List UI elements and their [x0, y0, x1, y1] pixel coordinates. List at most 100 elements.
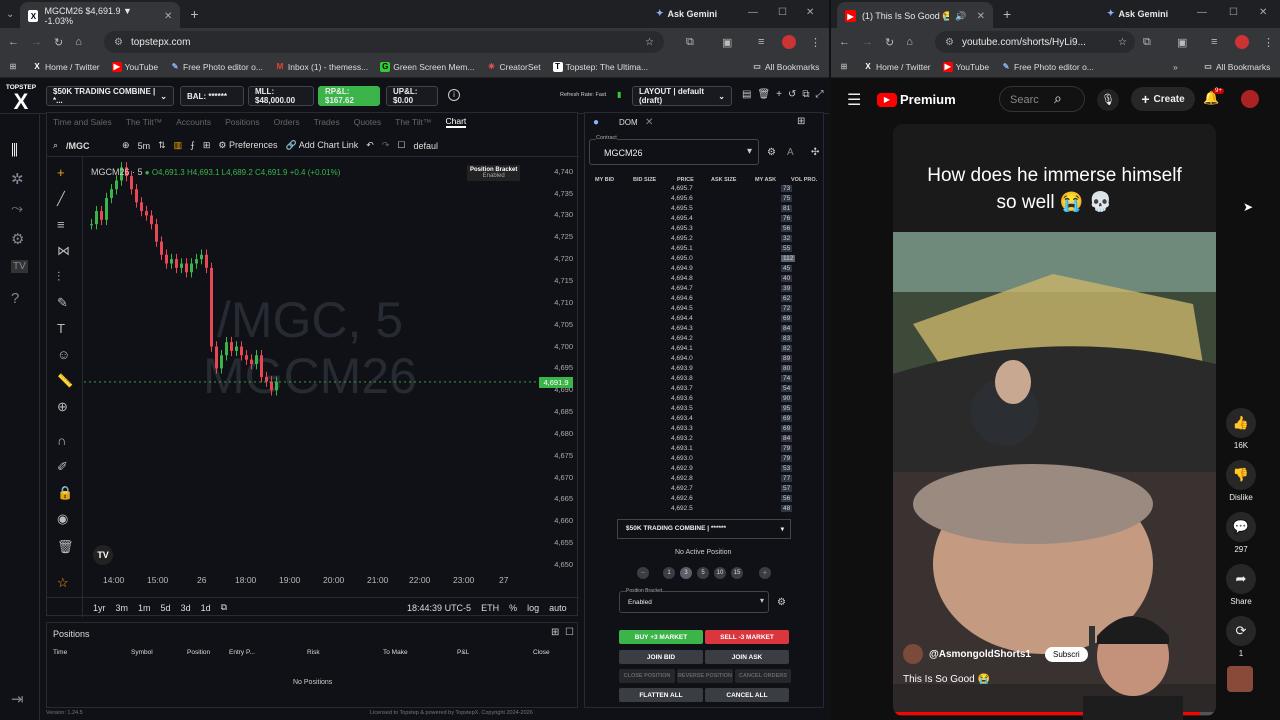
reverse-position-button[interactable]: REVERSE POSITION [677, 669, 733, 683]
ask-gemini-button-right[interactable]: ✦ Ask Gemini [1107, 8, 1168, 19]
positions-column-header[interactable]: Time [53, 649, 67, 656]
back-icon[interactable]: ← [8, 36, 19, 48]
apps-nav-icon[interactable]: ✲ [11, 170, 24, 188]
add-chart-link-button[interactable]: 🔗 Add Chart Link [286, 140, 359, 151]
dom-row[interactable]: 4,692.8 77 [585, 475, 817, 485]
add-icon[interactable]: + [776, 89, 782, 100]
create-button[interactable]: + Create [1131, 87, 1195, 111]
dom-close-icon[interactable]: ✕ [645, 117, 653, 128]
dom-row[interactable]: 4,694.2 83 [585, 335, 817, 345]
home-icon[interactable]: ⌂ [75, 36, 82, 48]
fullscreen-chart-icon[interactable]: ☐ [397, 140, 405, 151]
bookmark-photo-editor[interactable]: ✎ Free Photo editor o... [170, 62, 263, 72]
date-range-icon[interactable]: ⧉ [221, 602, 227, 613]
quantity-option[interactable]: 3 [680, 567, 692, 579]
dom-row[interactable]: 4,694.3 84 [585, 325, 817, 335]
reload-icon[interactable]: ↻ [885, 36, 894, 49]
sell-market-button[interactable]: SELL -3 MARKET [705, 630, 789, 644]
dom-row[interactable]: 4,695.7 73 [585, 185, 817, 195]
chart-tab[interactable]: Quotes [354, 117, 381, 127]
chart-tab[interactable]: Time and Sales [53, 117, 112, 127]
youtube-logo[interactable]: ▶ Premium [877, 92, 956, 107]
dom-row[interactable]: 4,695.5 81 [585, 205, 817, 215]
trends-nav-icon[interactable]: ⤳ [11, 200, 23, 217]
bookmark-youtube[interactable]: ▶ YouTube [942, 61, 989, 72]
dom-row[interactable]: 4,693.4 69 [585, 415, 817, 425]
dom-row[interactable]: 4,693.0 79 [585, 455, 817, 465]
positions-column-header[interactable]: Position [187, 649, 210, 656]
layout-grid-icon[interactable]: ⊞ [203, 140, 211, 151]
dom-row[interactable]: 4,693.2 84 [585, 435, 817, 445]
dom-row[interactable]: 4,693.9 80 [585, 365, 817, 375]
more-bookmarks-icon[interactable]: » [1173, 62, 1178, 72]
extensions-icon[interactable]: ⧉ [686, 36, 694, 49]
audio-icon[interactable]: 🔊 [955, 11, 966, 22]
minimize-icon[interactable]: — [1197, 7, 1207, 18]
account-selector[interactable]: $50K TRADING COMBINE | *... ⌄ [46, 86, 174, 106]
quantity-plus-button[interactable]: + [759, 567, 771, 579]
dom-row[interactable]: 4,694.1 82 [585, 345, 817, 355]
channel-avatar[interactable] [903, 644, 923, 664]
forward-icon[interactable]: → [31, 36, 42, 48]
bookmark-inbox[interactable]: M Inbox (1) - themess... [275, 62, 369, 72]
search-icon[interactable]: ⌕ [1054, 90, 1062, 107]
crosshair-icon[interactable]: + [57, 165, 65, 180]
bookmark-green-screen[interactable]: G Green Screen Mem... [380, 61, 474, 72]
fullscreen-icon[interactable]: ⤢ [816, 89, 824, 100]
all-bookmarks[interactable]: ▭ All Bookmarks [1203, 62, 1270, 72]
save-layout-icon[interactable]: ▤ [742, 89, 751, 100]
timeframe-button[interactable]: 5m [138, 141, 151, 151]
candles-icon[interactable]: ▥ [174, 140, 183, 151]
dom-row[interactable]: 4,692.6 56 [585, 495, 817, 505]
dom-row[interactable]: 4,693.7 54 [585, 385, 817, 395]
dom-row[interactable]: 4,695.3 56 [585, 225, 817, 235]
range-5d[interactable]: 5d [161, 603, 171, 613]
fib-icon[interactable]: ≡ [57, 217, 65, 232]
hamburger-menu-icon[interactable]: ☰ [847, 90, 861, 110]
range-1yr[interactable]: 1yr [93, 603, 106, 613]
dom-row[interactable]: 4,692.5 48 [585, 505, 817, 515]
percent-toggle[interactable]: % [509, 603, 517, 613]
auto-toggle[interactable]: auto [549, 603, 567, 613]
indicators-icon[interactable]: ⨍ [190, 140, 195, 151]
tv-nav-icon[interactable]: TV [11, 260, 28, 273]
quantity-option[interactable]: 5 [697, 567, 709, 579]
positions-column-header[interactable]: To Make [383, 649, 408, 656]
dom-settings-icon[interactable]: ⚙ [767, 147, 776, 158]
layout-selector[interactable]: LAYOUT | default (draft) ⌄ [632, 86, 732, 106]
ruler-icon[interactable]: 📏 [57, 373, 73, 389]
forward-icon[interactable]: → [862, 36, 873, 48]
comments-action[interactable]: 💬 297 [1225, 512, 1257, 554]
logout-icon[interactable]: ⇥ [11, 690, 24, 708]
bookmark-creatorset[interactable]: ✳ CreatorSet [486, 62, 540, 72]
menu-dots-icon[interactable]: ⋮ [1263, 36, 1274, 49]
delete-icon[interactable]: 🗑 [757, 89, 770, 100]
position-bracket-badge[interactable]: Position Bracket Enabled [467, 165, 521, 181]
url-field[interactable]: ⚙ topstepx.com ☆ [104, 31, 664, 53]
bracket-settings-icon[interactable]: ⚙ [777, 597, 786, 608]
positions-column-header[interactable]: Risk [307, 649, 320, 656]
zoom-icon[interactable]: ⊕ [57, 399, 68, 415]
channel-name[interactable]: @AsmongoldShorts1 [929, 649, 1031, 660]
bookmark-twitter[interactable]: X Home / Twitter [32, 62, 99, 72]
preferences-button[interactable]: ⚙ Preferences [218, 140, 277, 151]
bracket-select[interactable]: Position Bracket Enabled ▾ [619, 588, 769, 613]
contract-select[interactable]: Contract MGCM26 ▾ [589, 135, 759, 165]
dom-row[interactable]: 4,694.9 45 [585, 265, 817, 275]
magnet-icon[interactable]: ∩ [57, 433, 66, 448]
dom-row[interactable]: 4,695.1 55 [585, 245, 817, 255]
dom-row[interactable]: 4,695.4 76 [585, 215, 817, 225]
trash-icon[interactable]: 🗑 [57, 539, 74, 555]
new-tab-icon[interactable]: + [1003, 6, 1011, 22]
eye-icon[interactable]: ◉ [57, 511, 68, 527]
bookmark-twitter[interactable]: X Home / Twitter [863, 62, 930, 72]
help-nav-icon[interactable]: ? [11, 290, 19, 307]
join-bid-button[interactable]: JOIN BID [619, 650, 703, 664]
quantity-minus-button[interactable]: − [637, 567, 649, 579]
positions-column-header[interactable]: Close [533, 649, 550, 656]
range-1m[interactable]: 1m [138, 603, 151, 613]
search-box[interactable]: Searc ⌕ [999, 86, 1085, 112]
sound-thumbnail[interactable] [1227, 666, 1253, 692]
dom-row[interactable]: 4,693.1 79 [585, 445, 817, 455]
chart-nav-icon[interactable]: ⫼ [11, 142, 18, 159]
